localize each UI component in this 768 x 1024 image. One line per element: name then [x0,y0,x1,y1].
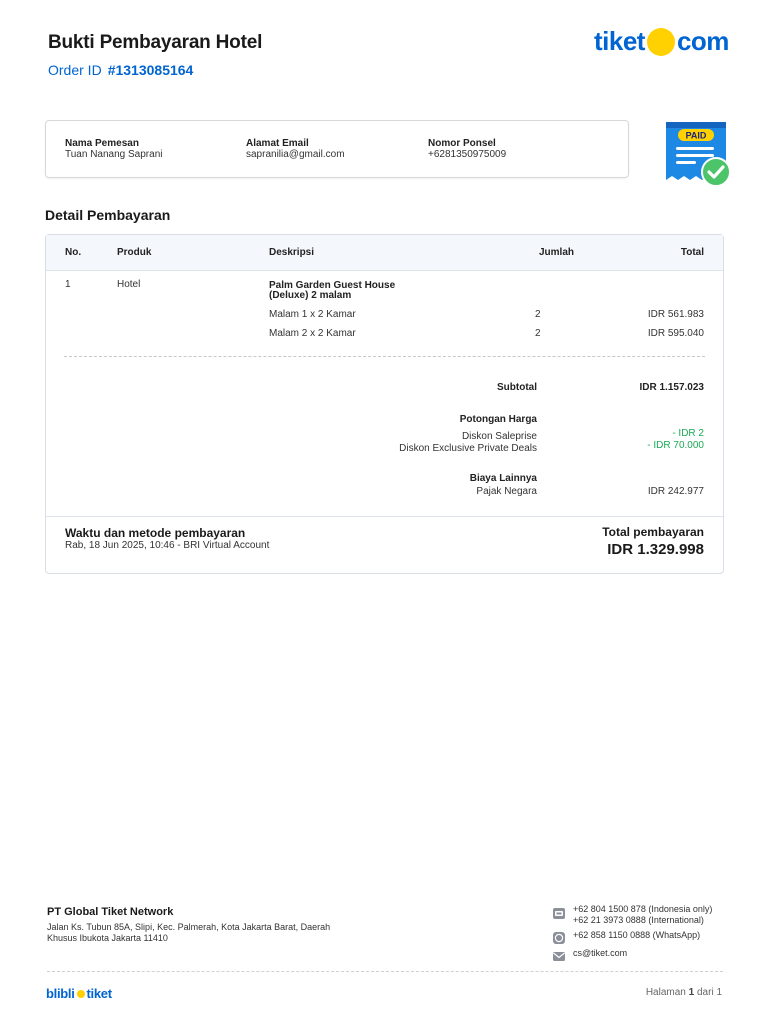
item-qty: 2 [535,309,541,320]
email-icon [553,952,565,961]
page-number: Halaman 1 dari 1 [646,987,722,998]
tiket-logo-right: com [676,26,729,56]
whatsapp-icon [553,932,565,944]
customer-name: Nama Pemesan Tuan Nanang Saprani [65,138,162,161]
col-total: Total [680,247,704,258]
customer-phone: Nomor Ponsel +6281350975009 [428,138,506,161]
subtotal-label: Subtotal [497,382,537,393]
telephone-icon [553,908,565,919]
col-qty: Jumlah [539,247,575,258]
subtotal-value: IDR 1.157.023 [639,382,705,393]
dashed-divider [64,356,705,357]
tiket-logo-dot [646,27,675,56]
item-total: IDR 595.040 [647,328,704,339]
contact-phone-2: +62 21 3973 0888 (International) [573,914,704,925]
tiket-logo-left: tiket [594,26,645,56]
discount-value: - IDR 2 [672,428,704,439]
fee-value: IDR 242.977 [647,486,704,497]
page-title: Bukti Pembayaran Hotel [48,32,263,53]
blibli-tiket-logo: blibli tiket [46,986,112,1001]
customer-name-label: Nama Pemesan [65,138,139,149]
customer-email-label: Alamat Email [246,138,309,149]
payment-detail-table: No. Produk Deskripsi Jumlah Total 1 Hote… [45,234,724,574]
contact-email: cs@tiket.com [552,948,732,962]
total-payment-label: Total pembayaran [602,525,704,539]
footer-address: Jalan Ks. Tubun 85A, Slipi, Kec. Palmera… [47,922,331,943]
fee-label: Pajak Negara [476,486,537,497]
section-title-payment-details: Detail Pembayaran [45,207,171,223]
total-payment-value: IDR 1.329.998 [607,541,704,558]
row-no: 1 [65,279,71,290]
row-title-line2: (Deluxe) 2 malam [269,290,352,301]
discount-label: Diskon Saleprise [461,431,537,442]
col-no: No. [65,247,82,258]
payment-method-label: Waktu dan metode pembayaran [65,526,246,540]
discount-label: Diskon Exclusive Private Deals [399,443,537,454]
customer-email: Alamat Email sapranilia@gmail.com [246,138,345,161]
paid-badge-text: PAID [686,131,707,141]
tiket-logo: tiket com [594,26,729,57]
blibli-logo-dot [76,989,85,998]
customer-email-value: sapranilia@gmail.com [246,149,345,160]
item-desc: Malam 2 x 2 Kamar [269,328,356,339]
order-id-label: Order ID [48,62,102,78]
col-description: Deskripsi [269,247,315,258]
item-qty: 2 [535,328,541,339]
footer-divider [47,971,723,972]
contact-whatsapp: +62 858 1150 0888 (WhatsApp) [552,930,732,944]
fees-header: Biaya Lainnya [469,473,537,484]
customer-phone-value: +6281350975009 [428,149,507,160]
contact-phone-1: +62 804 1500 878 (Indonesia only) [573,904,713,914]
item-total: IDR 561.983 [647,309,704,320]
order-id: Order ID #1313085164 [48,62,193,78]
paid-receipt-icon: PAID [666,122,731,187]
payment-separator [46,516,723,517]
item-desc: Malam 1 x 2 Kamar [269,309,356,320]
page-prefix: Halaman [645,987,686,998]
contact-phone: +62 804 1500 878 (Indonesia only) +62 21… [552,904,732,926]
customer-phone-label: Nomor Ponsel [428,138,496,149]
contact-whatsapp-text: +62 858 1150 0888 (WhatsApp) [573,930,701,940]
discount-header: Potongan Harga [459,414,537,425]
row-product: Hotel [117,279,141,290]
contact-email-text: cs@tiket.com [573,948,628,958]
table-header: No. Produk Deskripsi Jumlah Total [46,235,723,271]
blibli-logo-left: blibli [46,986,75,1001]
page-current: 1 [688,987,695,998]
footer-company: PT Global Tiket Network [47,906,174,918]
discount-value: - IDR 70.000 [647,440,704,451]
customer-name-value: Tuan Nanang Saprani [65,149,163,160]
order-id-value: #1313085164 [107,62,194,78]
blibli-logo-right: tiket [86,986,113,1001]
col-product: Produk [117,247,152,258]
payment-method-info: Rab, 18 Jun 2025, 10:46 - BRI Virtual Ac… [65,540,270,551]
page-suffix: dari 1 [696,987,722,998]
customer-info-card: Nama Pemesan Tuan Nanang Saprani Alamat … [45,120,629,178]
